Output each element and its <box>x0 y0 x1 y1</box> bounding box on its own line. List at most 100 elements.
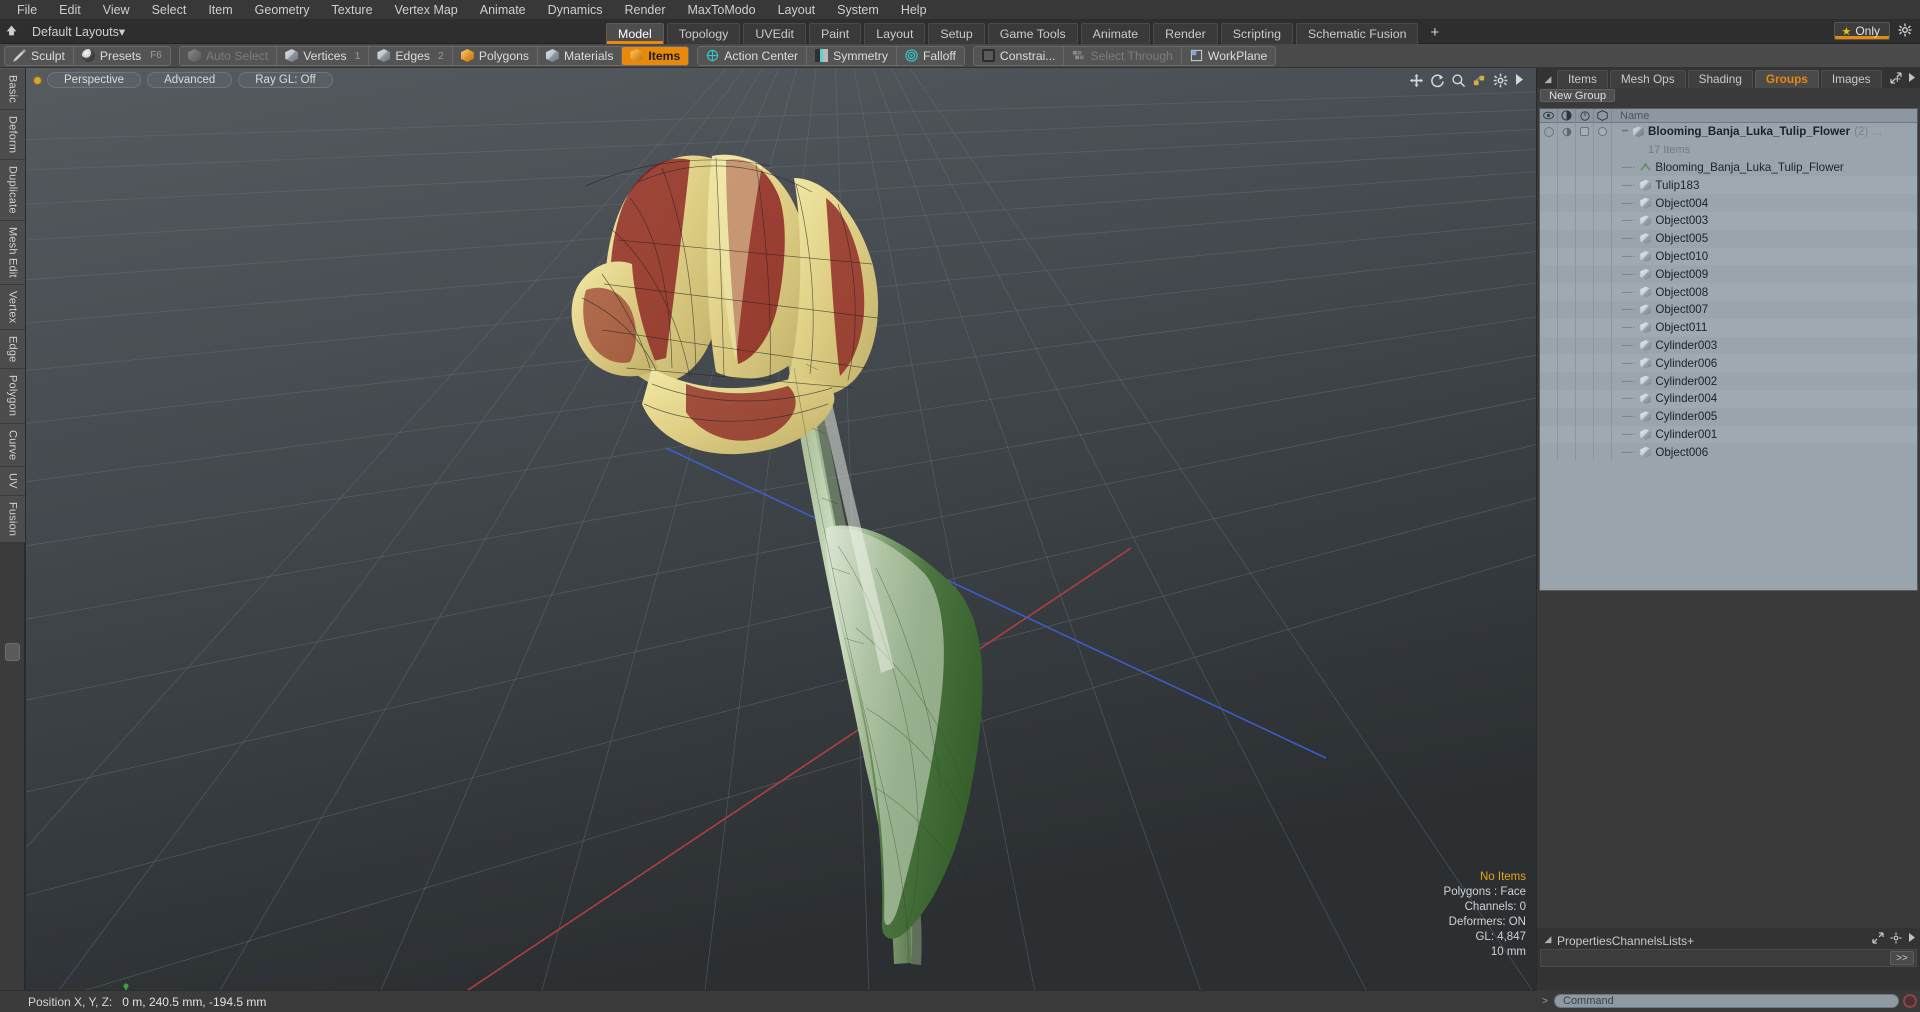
new-group-button[interactable]: New Group <box>1540 89 1616 102</box>
list-item[interactable]: —· Blooming_Banja_Luka_Tulip_Flower <box>1540 158 1917 177</box>
layout-tab-model[interactable]: Model <box>606 23 664 44</box>
add-bottom-tab-button[interactable]: + <box>1687 934 1694 948</box>
tree-expander-icon[interactable]: ━ <box>1622 126 1628 137</box>
list-item[interactable]: —· Object010 <box>1540 247 1917 266</box>
list-item-name-cell[interactable]: —· Cylinder003 <box>1612 339 1717 352</box>
group-item-list[interactable]: Name ━ Blooming_Banja_Luka_Tulip_Flower … <box>1539 108 1918 591</box>
layout-tab-uvedit[interactable]: UVEdit <box>743 23 806 44</box>
bottom-tab-channels[interactable]: Channels <box>1612 934 1663 948</box>
tool-tab-mesh-edit[interactable]: Mesh Edit <box>0 220 25 285</box>
rotate-icon[interactable] <box>1430 73 1444 88</box>
gear-icon[interactable] <box>1493 73 1508 88</box>
tool-edges[interactable]: Edges 2 <box>369 46 453 65</box>
render-toggle[interactable] <box>1558 123 1576 141</box>
tool-tab-edge[interactable]: Edge <box>0 329 25 370</box>
list-item[interactable]: —· Tulip183 <box>1540 176 1917 195</box>
bottom-tab-lists[interactable]: Lists <box>1662 934 1687 948</box>
layout-tab-paint[interactable]: Paint <box>808 23 862 44</box>
tool-constrai[interactable]: Constrai... <box>974 46 1065 65</box>
list-item[interactable]: —· Object004 <box>1540 194 1917 212</box>
lock-icon[interactable] <box>1576 109 1594 123</box>
list-item-name-cell[interactable]: —· Cylinder001 <box>1612 428 1717 441</box>
list-item-name-cell[interactable]: —· Cylinder004 <box>1612 392 1717 405</box>
layout-tab-scripting[interactable]: Scripting <box>1220 23 1293 44</box>
group-root-name-cell[interactable]: ━ Blooming_Banja_Luka_Tulip_Flower (2) .… <box>1612 125 1882 138</box>
list-item-name-cell[interactable]: —· Tulip183 <box>1612 179 1699 192</box>
menu-item-file[interactable]: File <box>6 0 48 20</box>
list-item-name-cell[interactable]: —· Object004 <box>1612 197 1708 210</box>
layout-tab-schematic-fusion[interactable]: Schematic Fusion <box>1296 23 1419 44</box>
viewport-perspective-button[interactable]: Perspective <box>47 72 142 88</box>
menu-item-maxtomodo[interactable]: MaxToModo <box>677 0 767 20</box>
tool-tab-basic[interactable]: Basic <box>0 68 25 110</box>
menu-item-vertex-map[interactable]: Vertex Map <box>384 0 469 20</box>
list-item[interactable]: —· Cylinder006 <box>1540 354 1917 373</box>
menu-item-item[interactable]: Item <box>197 0 243 20</box>
tool-tab-deform[interactable]: Deform <box>0 109 25 161</box>
menu-item-help[interactable]: Help <box>890 0 938 20</box>
menu-item-edit[interactable]: Edit <box>48 0 92 20</box>
lock-toggle[interactable] <box>1576 123 1594 141</box>
list-item-name-cell[interactable]: —· Object009 <box>1612 268 1708 281</box>
list-item-name-cell[interactable]: —· Object005 <box>1612 232 1708 245</box>
list-item[interactable]: —· Cylinder005 <box>1540 407 1917 426</box>
tool-tab-fusion[interactable]: Fusion <box>0 495 25 543</box>
home-icon[interactable] <box>0 24 22 40</box>
fit-icon[interactable] <box>1472 73 1486 87</box>
play-icon[interactable] <box>1514 73 1528 87</box>
list-item[interactable]: —· Object011 <box>1540 318 1917 337</box>
shade-icon[interactable] <box>1594 109 1612 123</box>
list-item-name-cell[interactable]: —· Object010 <box>1612 250 1708 263</box>
list-item-name-cell[interactable]: —· Object007 <box>1612 303 1708 316</box>
add-layout-tab-button[interactable]: + <box>1421 23 1448 44</box>
panel-collapse-icon[interactable]: ◢ <box>1539 70 1557 88</box>
list-item[interactable]: —· Cylinder002 <box>1540 372 1917 390</box>
list-item-name-cell[interactable]: —· Blooming_Banja_Luka_Tulip_Flower <box>1612 161 1844 174</box>
list-item-name-cell[interactable]: —· Cylinder005 <box>1612 410 1717 423</box>
layout-tab-layout[interactable]: Layout <box>864 23 926 44</box>
menu-item-layout[interactable]: Layout <box>767 0 827 20</box>
list-item[interactable]: —· Object006 <box>1540 443 1917 462</box>
expand-icon[interactable] <box>1872 932 1884 947</box>
list-item-name-cell[interactable]: —· Object008 <box>1612 286 1708 299</box>
gear-icon[interactable] <box>1890 932 1902 947</box>
list-item[interactable]: —· Object009 <box>1540 265 1917 284</box>
list-item-name-cell[interactable]: —· Cylinder006 <box>1612 357 1717 370</box>
gear-icon[interactable] <box>1894 23 1916 40</box>
panel-tab-mesh-ops[interactable]: Mesh Ops <box>1609 70 1686 88</box>
eye-icon[interactable] <box>1540 109 1558 123</box>
list-item-name-cell[interactable]: —· Object006 <box>1612 446 1708 459</box>
render-icon[interactable] <box>1558 109 1576 123</box>
zoom-icon[interactable] <box>1451 73 1466 88</box>
chevron-right-icon[interactable] <box>1908 72 1916 87</box>
menu-item-view[interactable]: View <box>92 0 141 20</box>
list-item-name-cell[interactable]: —· Object003 <box>1612 214 1708 227</box>
tool-tab-uv[interactable]: UV <box>0 466 25 496</box>
list-item[interactable]: —· Cylinder001 <box>1540 425 1917 444</box>
record-icon[interactable] <box>1903 994 1917 1008</box>
menu-item-geometry[interactable]: Geometry <box>244 0 321 20</box>
menu-item-dynamics[interactable]: Dynamics <box>537 0 614 20</box>
list-item-name-cell[interactable]: —· Object011 <box>1612 321 1707 334</box>
tool-items[interactable]: Items <box>622 46 689 65</box>
tool-presets[interactable]: Presets F6 <box>74 47 170 65</box>
tool-materials[interactable]: Materials <box>538 46 623 65</box>
tool-polygons[interactable]: Polygons <box>453 46 538 65</box>
tool-falloff[interactable]: Falloff <box>897 47 964 65</box>
tool-tab-duplicate[interactable]: Duplicate <box>0 160 25 221</box>
tool-tab-vertex[interactable]: Vertex <box>0 284 25 330</box>
tool-tab-polygon[interactable]: Polygon <box>0 369 25 424</box>
command-input[interactable]: Command <box>1554 994 1899 1008</box>
tool-action-center[interactable]: Action Center <box>698 46 808 65</box>
menu-item-render[interactable]: Render <box>614 0 677 20</box>
move-icon[interactable] <box>1409 73 1424 88</box>
panel-tab-items[interactable]: Items <box>1557 70 1608 88</box>
tool-vertices[interactable]: Vertices 1 <box>277 46 370 65</box>
list-item[interactable]: —· Cylinder004 <box>1540 389 1917 408</box>
only-button[interactable]: ★ Only <box>1834 22 1890 40</box>
list-item[interactable]: —· Object003 <box>1540 211 1917 230</box>
bottom-tab-properties[interactable]: Properties <box>1557 934 1612 948</box>
view-indicator-icon[interactable] <box>34 76 41 84</box>
bottom-panel-collapse-icon[interactable]: ◢ <box>1539 930 1557 948</box>
viewport-shading-button[interactable]: Advanced <box>147 72 233 88</box>
